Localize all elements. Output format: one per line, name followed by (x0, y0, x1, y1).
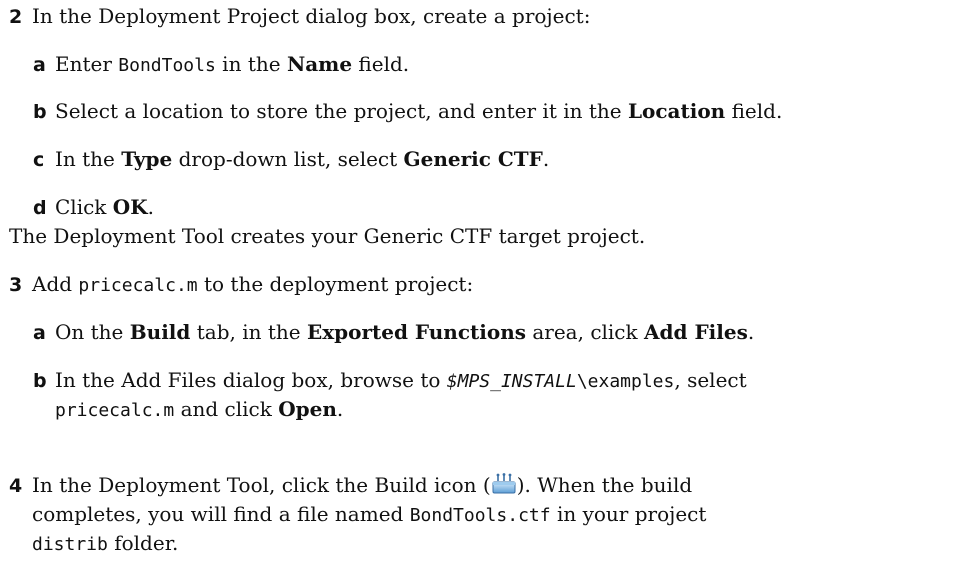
bold-generic-ctf: Generic CTF (403, 147, 543, 171)
build-icon (491, 473, 517, 495)
text-segment: On the (55, 320, 130, 344)
text-segment: field. (352, 52, 410, 76)
substep-letter: a (33, 54, 46, 76)
bold-name: Name (286, 52, 353, 76)
step-2d-line: d Click OK. (33, 193, 154, 223)
step-4-line-2: completes, you will find a file named Bo… (32, 500, 706, 530)
text-segment: . (747, 320, 755, 344)
step-text: In the Deployment Project dialog box, cr… (32, 4, 591, 28)
step-3-line: 3 Add pricecalc.m to the deployment proje… (9, 270, 473, 300)
step-2-note: The Deployment Tool creates your Generic… (9, 224, 646, 248)
code-examples: \examples (576, 371, 675, 392)
code-pricecalc: pricecalc.m (78, 275, 198, 296)
bold-exported-functions: Exported Functions (306, 320, 526, 344)
text-segment: Select a location to store the project, … (55, 99, 628, 123)
text-segment: completes, you will find a file named (32, 502, 410, 526)
code-bondtools-ctf: BondTools.ctf (409, 505, 551, 526)
step-number: 4 (9, 475, 23, 497)
step-2c-line: c In the Type drop-down list, select Gene… (33, 145, 549, 175)
text-segment: . (147, 195, 154, 219)
text-segment: Click (55, 195, 113, 219)
text-segment: . (542, 147, 550, 171)
bold-open: Open (278, 397, 337, 421)
text-segment: , select (674, 368, 747, 392)
text-segment: ). When the build (516, 473, 693, 497)
step-3a-line: a On the Build tab, in the Exported Funct… (33, 318, 754, 348)
text-segment: In the Add Files dialog box, browse to (55, 368, 447, 392)
text-segment: to the deployment project: (197, 272, 474, 296)
text-segment: . (336, 397, 344, 421)
code-distrib: distrib (32, 534, 108, 555)
step-3b-line: b In the Add Files dialog box, browse to … (33, 366, 747, 396)
text-segment: field. (725, 99, 783, 123)
step-number: 3 (9, 274, 23, 296)
substep-letter: d (33, 197, 47, 219)
step-4-line: 4 In the Deployment Tool, click the Build… (9, 471, 692, 501)
bold-type: Type (121, 147, 173, 171)
bold-add-files: Add Files (644, 320, 748, 344)
text-segment: Add (32, 272, 79, 296)
text-segment: and click (174, 397, 279, 421)
text-segment: Enter (55, 52, 119, 76)
text-segment: in your project (550, 502, 707, 526)
step-2b-line: b Select a location to store the project,… (33, 97, 782, 127)
step-4-line-3: distrib folder. (32, 529, 178, 559)
code-bondtools: BondTools (118, 55, 216, 76)
substep-letter: b (33, 101, 47, 123)
step-2-line: 2 In the Deployment Project dialog box, c… (9, 2, 590, 32)
bold-location: Location (627, 99, 726, 123)
text-segment: in the (215, 52, 287, 76)
text-segment: tab, in the (190, 320, 307, 344)
step-2a-line: a Enter BondTools in the Name field. (33, 50, 409, 80)
step-3b-line-2: pricecalc.m and click Open. (55, 395, 343, 425)
code-mps-install: $MPS_INSTALL (446, 371, 577, 392)
substep-letter: b (33, 370, 47, 392)
text-segment: In the Deployment Tool, click the Build … (32, 473, 491, 497)
text-segment: area, click (526, 320, 644, 344)
text-segment: folder. (107, 531, 179, 555)
code-pricecalc: pricecalc.m (55, 400, 175, 421)
substep-letter: c (33, 149, 45, 171)
substep-letter: a (33, 322, 46, 344)
bold-ok: OK (112, 195, 148, 219)
step-number: 2 (9, 6, 23, 28)
text-segment: drop-down list, select (172, 147, 404, 171)
bold-build: Build (129, 320, 191, 344)
text-segment: In the (55, 147, 122, 171)
